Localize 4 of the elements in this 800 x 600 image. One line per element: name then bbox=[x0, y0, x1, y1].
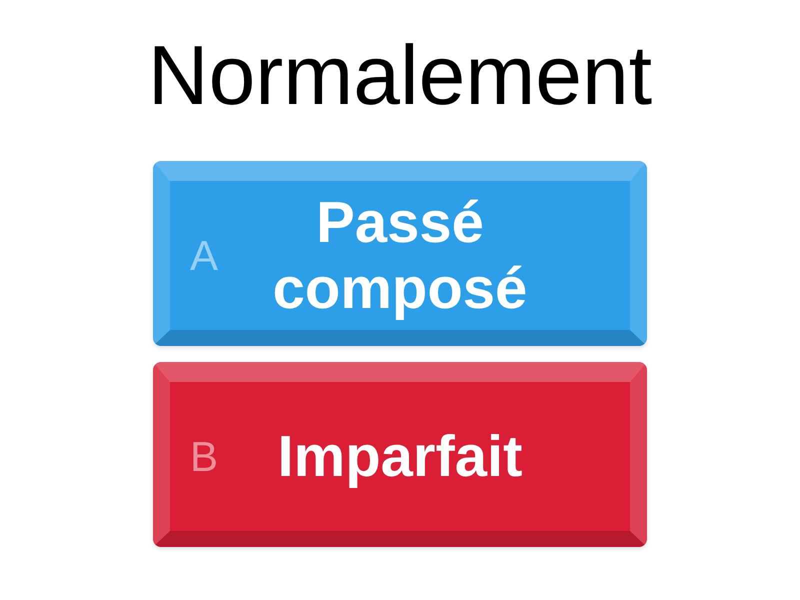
answer-letter: A bbox=[189, 230, 220, 280]
answer-button[interactable]: B Imparfait bbox=[153, 362, 647, 547]
question-title: Normalement bbox=[148, 27, 652, 124]
answer-letter: B bbox=[189, 432, 220, 482]
